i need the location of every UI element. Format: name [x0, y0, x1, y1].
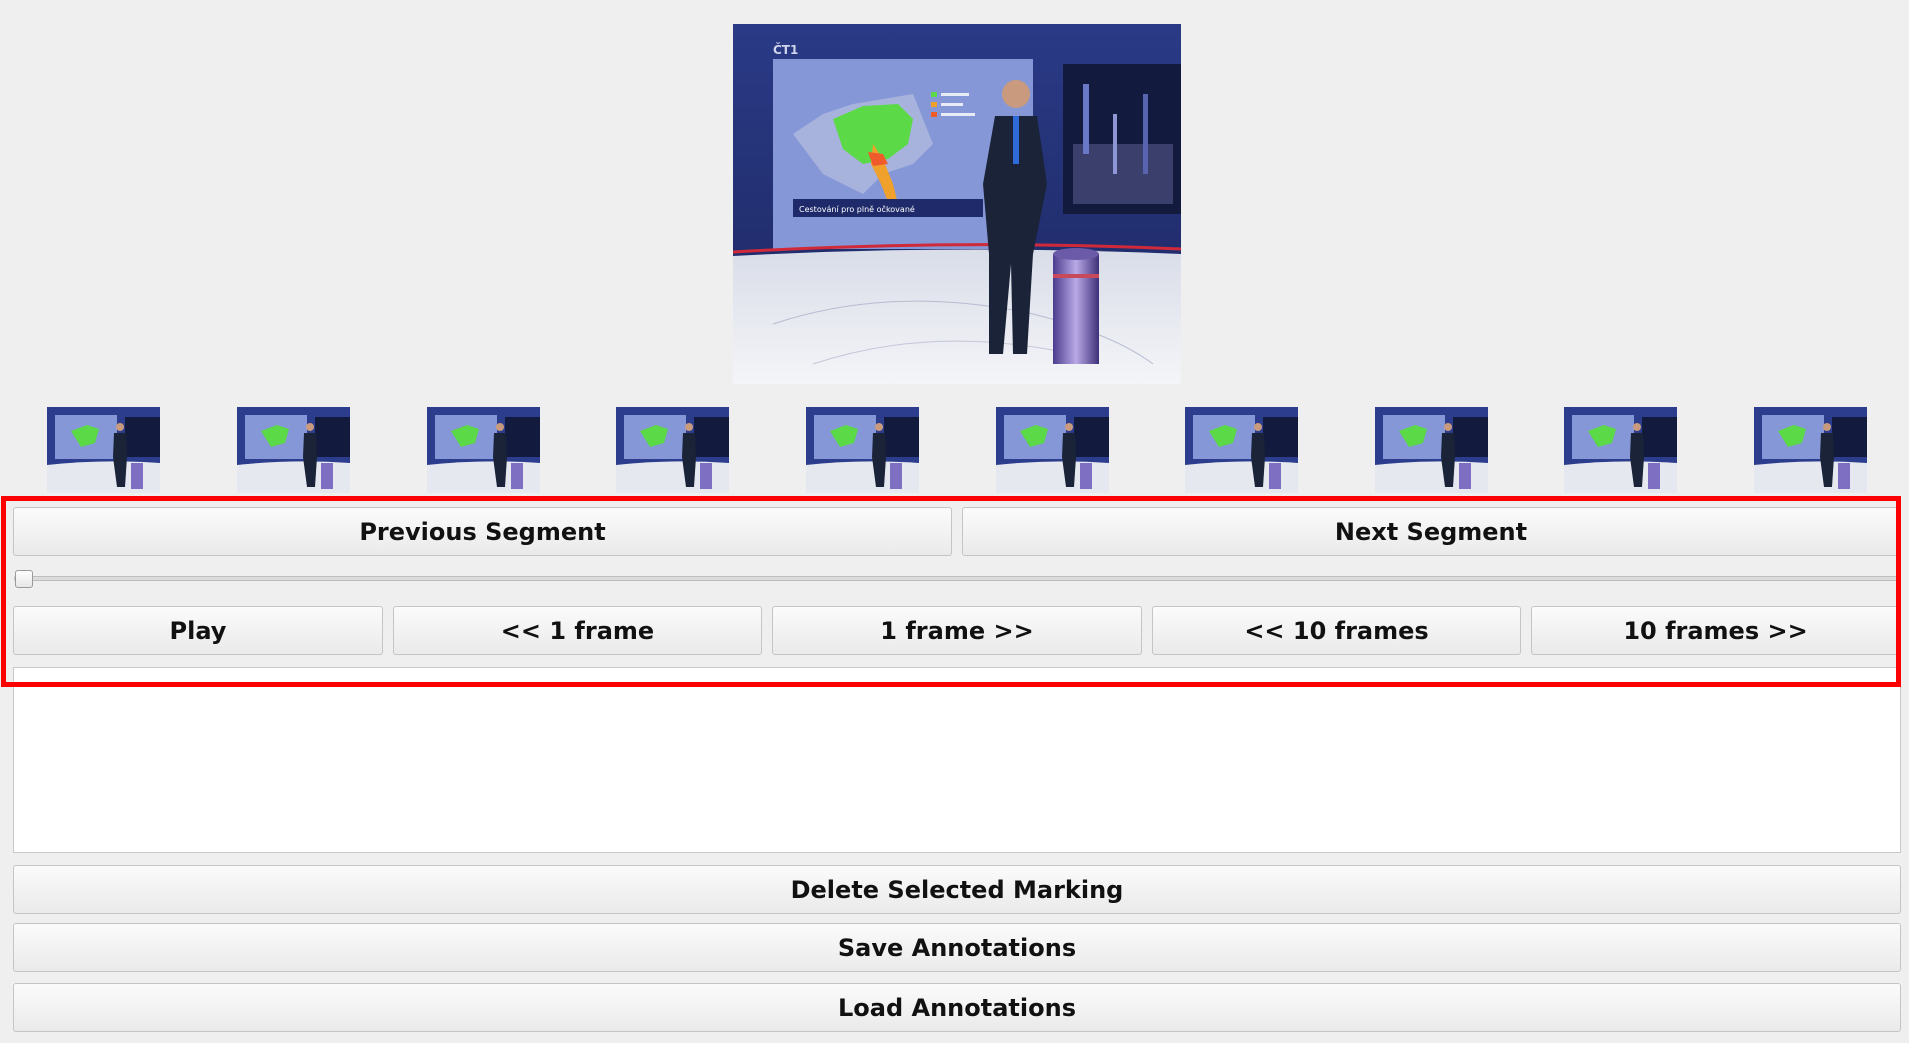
- frame-slider-handle[interactable]: [15, 570, 33, 588]
- thumbnail-4[interactable]: [616, 407, 729, 493]
- back-10-frames-button[interactable]: << 10 frames: [1152, 606, 1521, 655]
- play-button[interactable]: Play: [13, 606, 383, 655]
- video-caption: Cestování pro plně očkované: [799, 204, 915, 214]
- thumbnail-8[interactable]: [1375, 407, 1488, 493]
- annotation-list-header: [13, 667, 1901, 683]
- previous-segment-button[interactable]: Previous Segment: [13, 507, 952, 556]
- frame-slider-track[interactable]: [14, 576, 1900, 581]
- svg-text:ČT1: ČT1: [773, 42, 798, 57]
- thumbnail-10[interactable]: [1754, 407, 1867, 493]
- thumbnail-5[interactable]: [806, 407, 919, 493]
- load-annotations-button[interactable]: Load Annotations: [13, 983, 1901, 1032]
- thumbnail-1[interactable]: [47, 407, 160, 493]
- save-annotations-button[interactable]: Save Annotations: [13, 923, 1901, 972]
- forward-10-frames-button[interactable]: 10 frames >>: [1531, 606, 1900, 655]
- annotation-list[interactable]: [13, 667, 1901, 853]
- thumbnail-2[interactable]: [237, 407, 350, 493]
- annotation-tool-window: Cestování pro plně očkované ČT1 Previous: [0, 0, 1909, 1043]
- video-frame-image: Cestování pro plně očkované ČT1: [733, 24, 1181, 384]
- thumbnail-3[interactable]: [427, 407, 540, 493]
- thumbnail-9[interactable]: [1564, 407, 1677, 493]
- video-preview: Cestování pro plně očkované ČT1: [733, 24, 1181, 384]
- forward-1-frame-button[interactable]: 1 frame >>: [772, 606, 1142, 655]
- thumbnail-6[interactable]: [996, 407, 1109, 493]
- delete-selected-marking-button[interactable]: Delete Selected Marking: [13, 865, 1901, 914]
- back-1-frame-button[interactable]: << 1 frame: [393, 606, 762, 655]
- thumbnail-7[interactable]: [1185, 407, 1298, 493]
- next-segment-button[interactable]: Next Segment: [962, 507, 1900, 556]
